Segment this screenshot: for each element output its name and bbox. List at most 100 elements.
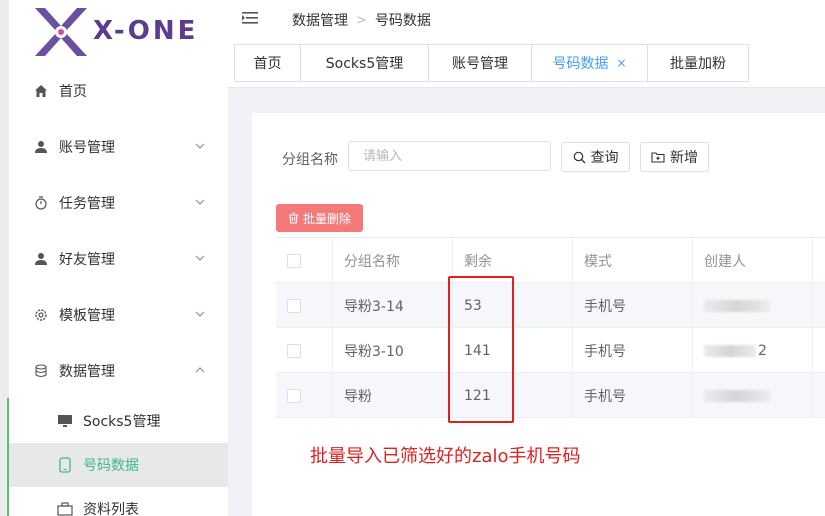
menu-toggle-icon[interactable] <box>242 11 258 25</box>
sidebar: X-ONE 首页 账号管理 任务管理 好友管理 模板管理 数据管理 Socks5… <box>9 0 228 516</box>
header-checkbox-cell <box>276 238 332 283</box>
tab-bar: 首页 Socks5管理 账号管理 号码数据 × 批量加粉 <box>228 38 825 88</box>
query-button[interactable]: 查询 <box>561 142 630 172</box>
add-button-label: 新增 <box>670 150 698 166</box>
breadcrumb-separator-icon: > <box>356 12 367 28</box>
table-row[interactable]: 导粉3-10 141 手机号 2 2 <box>276 328 825 373</box>
search-label: 分组名称 <box>282 152 338 168</box>
mode-cell: 手机号 <box>572 373 692 418</box>
extra-cell: 2 <box>812 328 825 373</box>
home-icon <box>33 83 49 99</box>
tab-label: 批量加粉 <box>670 56 726 72</box>
tab-label: 账号管理 <box>452 56 508 72</box>
sidebar-item-templates[interactable]: 模板管理 <box>9 287 228 343</box>
phone-data-table: 分组名称 剩余 模式 创建人 导粉3-14 53 手机号 2 导粉3-10 14… <box>276 237 825 418</box>
tab-batch-add-fans[interactable]: 批量加粉 <box>647 44 749 82</box>
gear-icon <box>33 307 49 323</box>
row-checkbox[interactable] <box>287 388 301 403</box>
logo-text: X-ONE <box>93 16 199 46</box>
folder-add-icon <box>651 152 665 163</box>
add-button[interactable]: 新增 <box>640 142 709 172</box>
tab-label: 号码数据 <box>552 56 609 72</box>
sidebar-item-friends[interactable]: 好友管理 <box>9 231 228 287</box>
column-header <box>812 238 825 283</box>
sidebar-subitem-phone-data[interactable]: 号码数据 <box>9 443 228 487</box>
sidebar-subitem-label: 号码数据 <box>83 458 139 474</box>
extra-cell: 2 <box>812 373 825 418</box>
row-checkbox-cell <box>276 283 332 328</box>
creator-cell <box>692 283 812 328</box>
close-icon[interactable]: × <box>616 56 626 70</box>
sidebar-item-home[interactable]: 首页 <box>9 63 228 119</box>
select-all-checkbox[interactable] <box>287 253 301 268</box>
sidebar-subitem-label: 资料列表 <box>83 502 139 516</box>
chevron-down-icon <box>195 311 205 317</box>
sidebar-item-label: 数据管理 <box>59 364 115 380</box>
topbar: 数据管理 > 号码数据 <box>228 0 825 38</box>
sidebar-item-accounts[interactable]: 账号管理 <box>9 119 228 175</box>
tab-phone-data[interactable]: 号码数据 × <box>531 44 647 82</box>
row-checkbox-cell <box>276 373 332 418</box>
search-icon <box>573 151 585 163</box>
phone-icon <box>57 457 73 473</box>
row-checkbox[interactable] <box>287 343 301 358</box>
sidebar-item-data[interactable]: 数据管理 <box>9 343 228 399</box>
annotation-highlight-box <box>448 276 514 423</box>
tab-home[interactable]: 首页 <box>234 44 300 82</box>
chevron-down-icon <box>195 199 205 205</box>
breadcrumb-item-current: 号码数据 <box>374 13 431 29</box>
sidebar-item-label: 账号管理 <box>59 140 115 156</box>
redacted-creator <box>704 299 770 312</box>
user-icon <box>33 139 49 155</box>
group-name-input[interactable] <box>348 141 551 171</box>
annotation-text: 批量导入已筛选好的zalo手机号码 <box>310 446 581 467</box>
sidebar-menu: 首页 账号管理 任务管理 好友管理 模板管理 数据管理 Socks5管理 号码数… <box>9 63 228 516</box>
breadcrumb-item[interactable]: 数据管理 <box>292 10 348 30</box>
database-icon <box>33 363 49 379</box>
sidebar-subitem-label: Socks5管理 <box>83 414 161 430</box>
group-name-cell: 导粉 <box>332 373 452 418</box>
creator-cell <box>692 373 812 418</box>
stopwatch-icon <box>33 195 49 211</box>
row-checkbox[interactable] <box>287 298 301 313</box>
chevron-up-icon <box>195 367 205 373</box>
sidebar-item-label: 模板管理 <box>59 308 115 324</box>
logo: X-ONE <box>19 2 219 62</box>
creator-cell: 2 <box>692 328 812 373</box>
extra-cell: 2 <box>812 283 825 328</box>
batch-delete-label: 批量删除 <box>302 211 351 226</box>
table-row[interactable]: 导粉 121 手机号 2 <box>276 373 825 418</box>
tab-label: Socks5管理 <box>325 56 404 72</box>
breadcrumb: 数据管理 > 号码数据 <box>292 10 431 30</box>
table-row[interactable]: 导粉3-14 53 手机号 2 <box>276 283 825 328</box>
briefcase-icon <box>57 501 73 516</box>
sidebar-subitem-profile-list[interactable]: 资料列表 <box>9 487 228 516</box>
group-name-cell: 导粉3-10 <box>332 328 452 373</box>
sidebar-item-tasks[interactable]: 任务管理 <box>9 175 228 231</box>
chevron-down-icon <box>195 255 205 261</box>
logo-mark-icon <box>35 8 87 56</box>
tab-accounts[interactable]: 账号管理 <box>428 44 531 82</box>
batch-delete-button[interactable]: 批量删除 <box>276 204 363 232</box>
mode-cell: 手机号 <box>572 328 692 373</box>
redacted-creator <box>704 389 770 402</box>
query-button-label: 查询 <box>590 150 619 166</box>
sidebar-item-label: 任务管理 <box>59 196 115 212</box>
tab-socks5[interactable]: Socks5管理 <box>300 44 428 82</box>
row-checkbox-cell <box>276 328 332 373</box>
group-name-cell: 导粉3-14 <box>332 283 452 328</box>
sidebar-item-label: 好友管理 <box>59 252 115 268</box>
column-header[interactable]: 分组名称 <box>332 238 452 283</box>
mode-cell: 手机号 <box>572 283 692 328</box>
user-icon <box>33 251 49 267</box>
table-header-row: 分组名称 剩余 模式 创建人 <box>276 238 825 283</box>
sidebar-subitem-socks5[interactable]: Socks5管理 <box>9 399 228 443</box>
column-header[interactable]: 创建人 <box>692 238 812 283</box>
tab-label: 首页 <box>253 56 282 72</box>
trash-icon <box>288 212 298 224</box>
chevron-down-icon <box>195 143 205 149</box>
column-header[interactable]: 模式 <box>572 238 692 283</box>
sidebar-item-label: 首页 <box>59 84 87 100</box>
redacted-creator <box>704 344 756 357</box>
monitor-icon <box>57 413 73 429</box>
